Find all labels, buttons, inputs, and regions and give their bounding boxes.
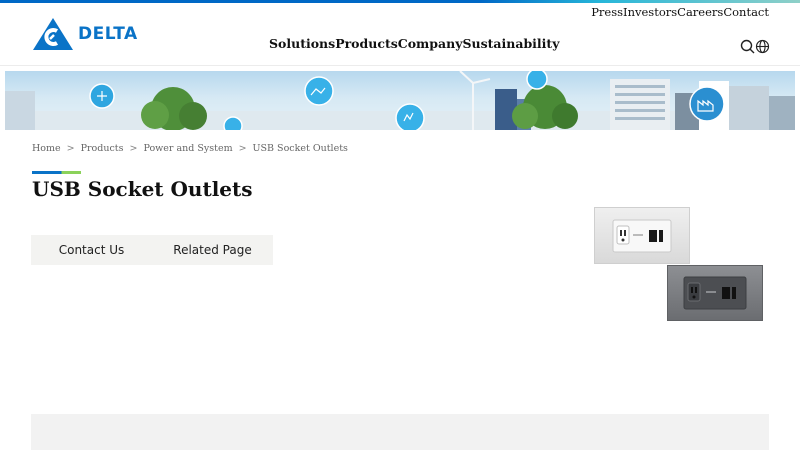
breadcrumb-products[interactable]: Products [81,143,124,154]
search-icon[interactable] [740,39,755,54]
breadcrumb-separator: > [129,143,138,154]
breadcrumb-current: USB Socket Outlets [252,143,348,154]
breadcrumb-home[interactable]: Home [32,143,61,154]
content-section-box [31,414,769,450]
util-nav-investors[interactable]: Investors [623,5,677,19]
site-header: DELTA Press Investors Careers Contact So… [0,3,800,66]
tab-contact-us[interactable]: Contact Us [31,235,152,265]
globe-icon[interactable] [755,39,770,54]
page-tabs: Contact Us Related Page [31,235,273,265]
title-accent-bar [32,171,81,174]
main-nav: Solutions Products Company Sustainabilit… [269,36,559,51]
delta-logo-mark-icon [33,18,73,50]
main-nav-company[interactable]: Company [398,36,463,51]
utility-nav: Press Investors Careers Contact [591,5,769,19]
tab-related-page[interactable]: Related Page [152,235,273,265]
breadcrumb-power-and-system[interactable]: Power and System [143,143,232,154]
main-nav-products[interactable]: Products [335,36,398,51]
breadcrumb-separator: > [66,143,75,154]
white-usb-socket-outlet-image [594,207,690,264]
delta-logo-wordmark: DELTA [78,24,138,44]
breadcrumb-separator: > [238,143,247,154]
util-nav-contact[interactable]: Contact [723,5,769,19]
delta-logo[interactable]: DELTA [32,16,138,52]
page-title: USB Socket Outlets [32,177,253,201]
main-nav-solutions[interactable]: Solutions [269,36,335,51]
util-nav-careers[interactable]: Careers [677,5,723,19]
breadcrumb: Home > Products > Power and System > USB… [32,143,348,154]
gray-usb-socket-outlet-image [667,265,763,321]
header-icons [740,39,770,54]
main-nav-sustainability[interactable]: Sustainability [462,36,559,51]
util-nav-press[interactable]: Press [591,5,623,19]
hero-banner-image [5,71,795,130]
